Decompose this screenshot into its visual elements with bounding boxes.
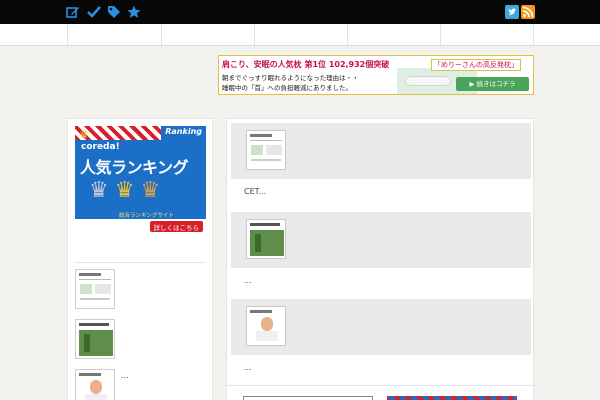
post-thumbnail[interactable] (246, 219, 286, 259)
bottom-ad-right[interactable] (387, 396, 517, 400)
ranking-site-label: 総合ランキングサイト (119, 213, 174, 219)
ranking-tag: Ranking (161, 126, 206, 140)
edit-icon[interactable] (66, 5, 80, 19)
nav-item[interactable] (440, 24, 534, 46)
post-item[interactable]: ... (231, 212, 531, 298)
banner-product-name: 「めりーさんの高反発枕」 (431, 59, 521, 71)
banner-text-line: 睡眠中の「首」への負担軽減にありました。 (222, 84, 352, 92)
banner-text-line: 朝までぐっすり眠れるようになった理由は・・ (222, 74, 359, 82)
nav-item[interactable] (254, 24, 347, 46)
sidebar-entry-excerpt: ... (121, 371, 129, 380)
sidebar-entry-thumbnail[interactable] (75, 269, 115, 309)
ad-banner[interactable]: 肩こり、安眠の人気枕 第1位 102,932個突破 「めりーさんの高反発枕」 朝… (218, 55, 534, 95)
divider (75, 262, 205, 263)
banner-title: 肩こり、安眠の人気枕 第1位 102,932個突破 (222, 60, 390, 69)
post-excerpt: ... (244, 363, 252, 372)
crowns-illustration: ♛♛♛ (89, 178, 166, 203)
post-thumbnail[interactable] (246, 306, 286, 346)
ranking-banner[interactable]: ♛ Ranking coreda! 人気ランキング ♛♛♛ 総合ランキングサイト… (75, 126, 206, 234)
ranking-brand: coreda! (81, 142, 120, 152)
sidebar-entry-thumbnail[interactable] (75, 369, 115, 400)
nav-menu (0, 24, 600, 46)
top-bar (0, 0, 600, 24)
main-content: CET... ... ... (226, 118, 535, 400)
rss-icon[interactable] (521, 5, 535, 19)
sidebar-entry-thumbnail[interactable] (75, 319, 115, 359)
silver-crown-icon: ♛ (89, 178, 115, 203)
divider (227, 385, 535, 386)
post-item[interactable]: ... (231, 299, 531, 385)
post-excerpt: ... (244, 276, 252, 285)
ranking-more-button[interactable]: 詳しくはこちら (149, 221, 203, 232)
bottom-ad-left[interactable] (243, 396, 373, 400)
crown-icon: ♛ (79, 128, 89, 141)
tag-icon[interactable] (107, 5, 121, 19)
sidebar: ♛ Ranking coreda! 人気ランキング ♛♛♛ 総合ランキングサイト… (67, 118, 213, 400)
star-icon[interactable] (127, 5, 141, 19)
check-icon[interactable] (87, 5, 101, 19)
bronze-crown-icon: ♛ (140, 178, 167, 203)
nav-item[interactable] (347, 24, 440, 46)
banner-button-label: 続きはコチラ (476, 80, 516, 88)
post-item[interactable]: CET... (231, 123, 531, 209)
post-thumbnail[interactable] (246, 130, 286, 170)
ranking-headline: 人気ランキング (80, 158, 189, 177)
banner-more-button[interactable]: ▶ 続きはコチラ (456, 77, 529, 91)
nav-item[interactable] (161, 24, 254, 46)
post-excerpt: CET... (244, 187, 267, 196)
ranking-more-area: 詳しくはこちら (75, 219, 206, 234)
nav-item[interactable] (67, 24, 161, 46)
twitter-icon[interactable] (505, 5, 519, 19)
gold-crown-icon: ♛ (114, 178, 141, 203)
